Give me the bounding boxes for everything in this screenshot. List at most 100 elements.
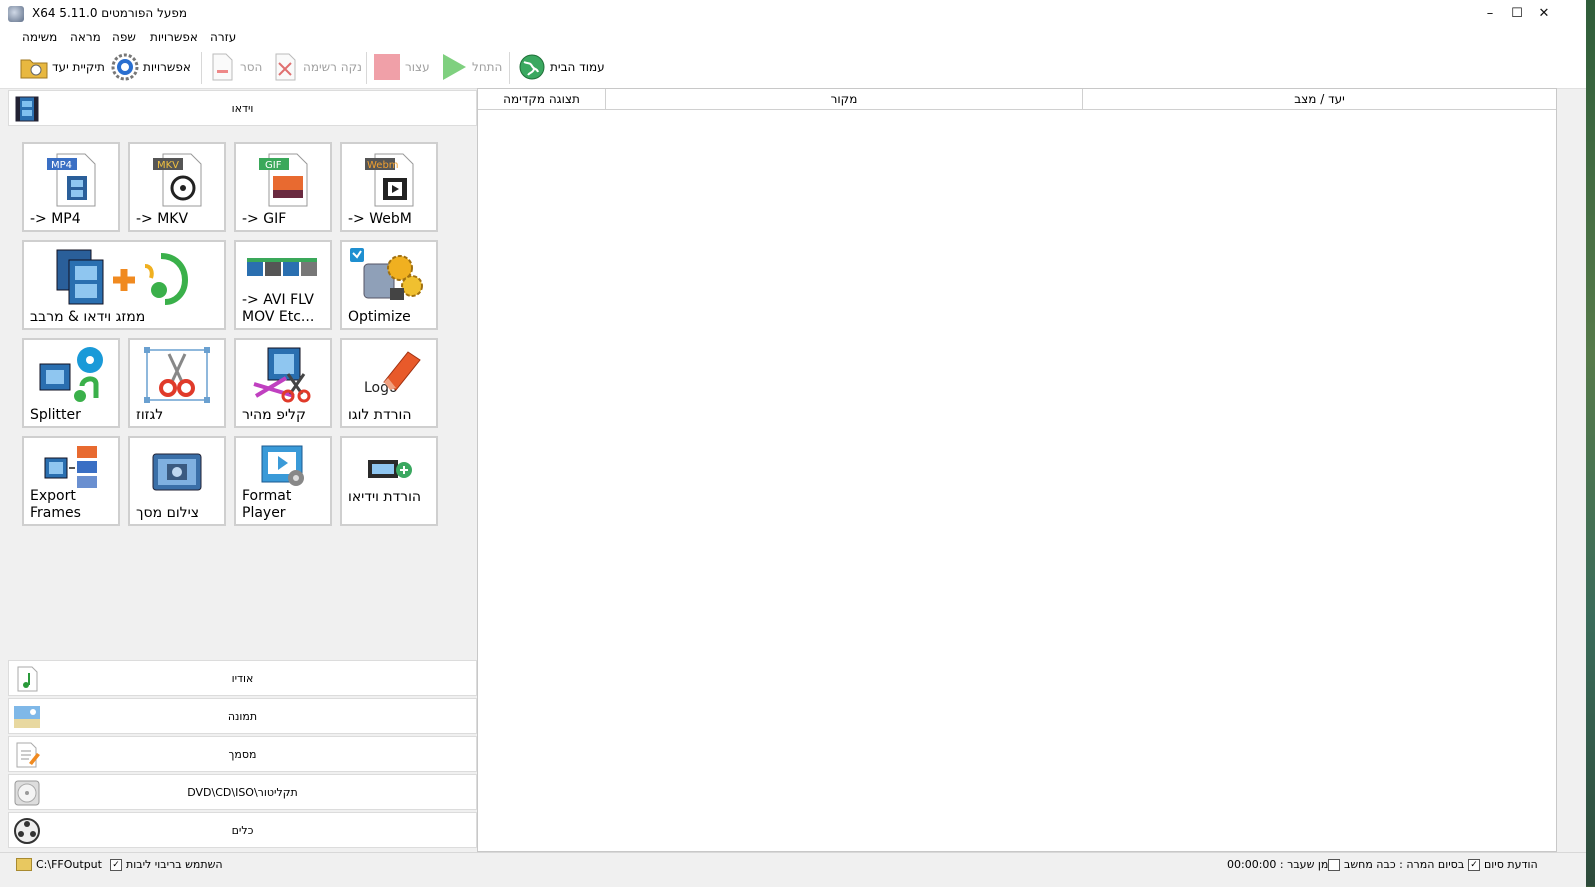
tile-to-avi-flv-mov[interactable]: -> AVI FLV MOV Etc... [234,240,332,330]
start-button[interactable]: התחל [440,50,502,84]
checkbox-checked-icon: ✓ [110,858,122,871]
menu-task[interactable]: משימה [22,30,57,44]
tile-to-mkv[interactable]: MKV -> MKV [128,142,226,232]
homepage-button[interactable]: עמוד הבית [518,50,605,84]
column-output-status[interactable]: יעד / מצב [1083,89,1556,110]
title-bar: X64 5.11.0 מפעל הפורמטים – ☐ ✕ [0,0,1586,28]
scissors-icon [143,346,211,407]
webm-file-icon: Webm [359,150,419,211]
options-button[interactable]: אפשרויות [111,50,191,84]
checkbox-checked-icon: ✓ [1468,858,1480,871]
app-window: X64 5.11.0 מפעל הפורמטים – ☐ ✕ משימה מרא… [0,0,1587,887]
column-preview[interactable]: תצוגה מקדימה [478,89,606,110]
stop-label: עצור [405,60,430,74]
tile-video-download[interactable]: הורדת וידיאו [340,436,438,526]
gif-file-icon: GIF [253,150,313,211]
category-video-label: וידאו [231,102,254,115]
multithread-checkbox[interactable]: ✓ השתמש בריבוי ליבות [110,858,223,871]
remove-file-icon [208,53,236,81]
video-tools-grid: MP4 -> MP4 MKV -> MKV GIF -> GIF Webm ->… [22,142,452,542]
category-rom[interactable]: DVD\CD\ISO\תקליטור [8,774,477,810]
category-document[interactable]: מסמך [8,736,477,772]
tile-label: Format Player [242,488,292,521]
tile-label: -> AVI FLV MOV Etc... [242,292,315,325]
svg-text:GIF: GIF [265,160,282,171]
mp4-file-icon: MP4 [41,150,101,211]
clear-list-button[interactable]: נקה רשימה [271,50,362,84]
tile-label: -> MKV [136,211,189,227]
menu-skin[interactable]: מראה [70,30,101,44]
category-audio[interactable]: אודיו [8,660,477,696]
minimize-button[interactable]: – [1477,0,1503,28]
tile-quick-clip[interactable]: קליפ מהיר [234,338,332,428]
clear-list-icon [271,53,299,81]
output-path-label: C:\FFOutput [36,858,102,871]
close-button[interactable]: ✕ [1531,0,1557,28]
tile-label: לגזוז [136,407,164,423]
toolbar: תיקיית יעד אפשרויות הסר נקה רשימה עצור ה… [0,48,1586,89]
tile-format-player[interactable]: Format Player [234,436,332,526]
stop-button[interactable]: עצור [373,50,430,84]
screen-record-icon [149,450,205,499]
tile-label: -> MP4 [30,211,81,227]
task-list[interactable]: תצוגה מקדימה מקור יעד / מצב [477,88,1557,852]
menu-language[interactable]: שפה [112,30,136,44]
export-frames-icon [41,444,101,493]
gear-icon [111,53,139,81]
maximize-button[interactable]: ☐ [1504,0,1530,28]
video-download-icon [364,456,414,485]
category-tools[interactable]: כלים [8,812,477,848]
tile-label: -> WebM [348,211,412,227]
tile-optimize[interactable]: Optimize [340,240,438,330]
clear-list-label: נקה רשימה [303,60,362,74]
menu-help[interactable]: עזרה [210,30,236,44]
options-label: אפשרויות [143,60,191,74]
eraser-icon: Logo [354,346,424,401]
complete-notify-checkbox[interactable]: ✓ הודעת סיום [1468,858,1538,871]
menu-options[interactable]: אפשרויות [150,30,198,44]
tile-to-gif[interactable]: GIF -> GIF [234,142,332,232]
output-folder-button[interactable]: תיקיית יעד [20,50,105,84]
menu-bar: משימה מראה שפה אפשרויות עזרה [0,28,1586,48]
joiner-icon [49,246,199,311]
category-picture[interactable]: תמונה [8,698,477,734]
mkv-file-icon: MKV [147,150,207,211]
quick-clip-icon [248,344,318,407]
status-bar: C:\FFOutput ✓ השתמש בריבוי ליבות 00:00:0… [0,852,1586,887]
remove-button[interactable]: הסר [208,50,262,84]
after-convert-label: בסיום המרה : כבה מחשב [1344,858,1465,871]
tile-screen-record[interactable]: צילום מסך [128,436,226,526]
toolbar-separator [509,52,510,84]
multi-format-icon [245,258,321,283]
category-video[interactable]: וידאו [8,90,477,126]
output-path[interactable]: C:\FFOutput [16,858,102,871]
category-tools-label: כלים [231,824,254,837]
desktop-background [1586,0,1595,886]
tile-remove-logo[interactable]: Logo הורדת לוגו [340,338,438,428]
tile-to-webm[interactable]: Webm -> WebM [340,142,438,232]
after-convert-checkbox[interactable]: בסיום המרה : כבה מחשב [1328,858,1464,871]
tile-export-frames[interactable]: Export Frames [22,436,120,526]
homepage-label: עמוד הבית [550,60,605,74]
tile-label: Optimize [348,309,411,325]
folder-icon [20,53,48,81]
stop-icon [373,53,401,81]
elapsed-time: 00:00:00 : זמן שעבר [1227,858,1333,871]
globe-icon [518,53,546,81]
output-folder-label: תיקיית יעד [52,60,105,74]
tile-crop[interactable]: לגזוז [128,338,226,428]
tile-video-joiner-mux[interactable]: ממזג וידאו & מרבב [22,240,226,330]
tile-to-mp4[interactable]: MP4 -> MP4 [22,142,120,232]
category-document-label: מסמך [228,748,257,761]
folder-icon [16,858,32,871]
tile-label: הורדת לוגו [348,407,412,423]
splitter-icon [36,344,106,409]
svg-text:Webm: Webm [367,160,399,171]
tile-label: Splitter [30,407,81,423]
column-source[interactable]: מקור [606,89,1083,110]
optimize-gears-icon [346,246,432,309]
multithread-label: השתמש בריבוי ליבות [126,858,223,871]
player-icon [258,444,308,491]
category-audio-label: אודיו [231,672,254,685]
tile-splitter[interactable]: Splitter [22,338,120,428]
